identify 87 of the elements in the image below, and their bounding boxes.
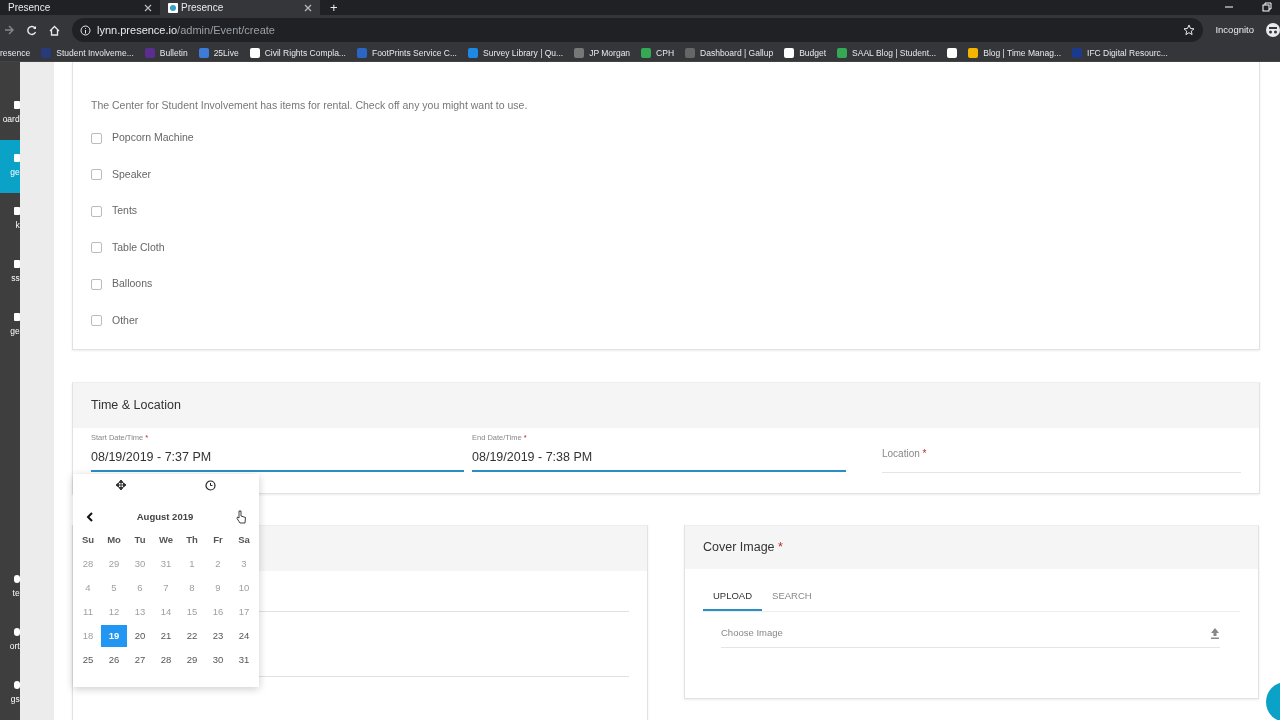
checkbox[interactable] [91, 315, 102, 326]
home-icon[interactable] [49, 24, 60, 36]
calendar-day[interactable]: 21 [153, 625, 179, 647]
calendar-day[interactable]: 25 [75, 649, 101, 671]
calendar-day[interactable]: 29 [179, 649, 205, 671]
bookmark-link[interactable]: JP Morgan [589, 46, 631, 60]
checkbox-label: Other [112, 312, 139, 328]
bookmark-link[interactable]: Blog | Time Manag... [983, 46, 1062, 60]
sidebar-item[interactable]: te [0, 561, 20, 614]
upload-icon[interactable] [1210, 627, 1220, 639]
bookmark-link[interactable]: resence [0, 46, 31, 60]
weekday-label: We [157, 532, 175, 547]
checkbox-label: Table Cloth [112, 239, 165, 255]
url-text: lynn.presence.io/admin/Event/create [97, 22, 275, 38]
checkbox[interactable] [91, 278, 102, 290]
bookmark-link[interactable]: SAAL Blog | Student... [852, 46, 937, 60]
calendar-day[interactable]: 30 [205, 649, 231, 671]
bookmark-link[interactable]: IFC Digital Resourc... [1087, 46, 1168, 60]
checkbox[interactable] [91, 169, 102, 180]
reload-icon[interactable] [26, 24, 37, 36]
favicon-icon [168, 2, 178, 13]
weekday-label: Th [185, 532, 199, 547]
bookmark-icon[interactable] [968, 48, 979, 58]
location-field[interactable]: Location * [882, 432, 1241, 473]
calendar-day[interactable]: 28 [153, 649, 179, 671]
calendar-day[interactable]: 20 [127, 625, 153, 647]
calendar-day[interactable]: 24 [231, 625, 257, 647]
weekday-label: Sa [237, 532, 251, 547]
bookmark-link[interactable]: CPH [656, 46, 675, 60]
checkbox-label: Tents [112, 203, 138, 219]
bookmark-link[interactable]: 25Live [213, 46, 239, 60]
move-icon[interactable] [116, 480, 127, 490]
profile-label[interactable]: Incognito [1215, 22, 1254, 38]
checkbox-label: Popcorn Machine [112, 130, 194, 146]
checkbox[interactable] [91, 242, 102, 253]
browser-tab[interactable]: Presence [160, 0, 320, 15]
new-tab-button[interactable]: + [320, 0, 348, 15]
calendar-day[interactable]: 22 [179, 625, 205, 647]
bookmark-icon[interactable] [784, 48, 795, 58]
weekday-label: Tu [133, 532, 147, 547]
calendar-day[interactable]: 23 [205, 625, 231, 647]
required-mark: * [778, 539, 783, 557]
checkbox[interactable] [91, 132, 102, 144]
calendar-day[interactable]: 26 [101, 649, 127, 671]
bookmark-link[interactable]: FootPrints Service C... [371, 46, 457, 60]
bookmark-icon[interactable] [249, 48, 260, 58]
previous-icon[interactable] [86, 512, 94, 522]
section-title: Time & Location [73, 383, 1259, 428]
tab[interactable]: UPLOAD [703, 583, 763, 612]
bookmark-icon[interactable] [947, 48, 958, 58]
weekday-label: Su [80, 532, 96, 547]
checkbox[interactable] [91, 205, 102, 217]
bookmark-link[interactable]: Survey Library | Qu... [483, 46, 564, 60]
info-icon [80, 24, 91, 36]
sidebar-item[interactable]: ort [0, 614, 20, 667]
date-input[interactable]: 08/19/2019 - 7:37 PM [91, 443, 464, 472]
bookmark-link[interactable]: Student Involveme... [56, 46, 134, 60]
bookmark-link[interactable]: Budget [799, 46, 827, 60]
pointer-icon [236, 510, 246, 524]
forward-icon[interactable] [4, 25, 14, 35]
close-icon[interactable] [304, 3, 312, 12]
checkbox-label: Balloons [112, 276, 153, 292]
star-icon[interactable] [1183, 24, 1196, 36]
sidebar-item[interactable]: gs [0, 667, 20, 720]
date-input[interactable]: 08/19/2019 - 7:38 PM [472, 443, 846, 472]
address-bar[interactable]: lynn.presence.io/admin/Event/create [72, 18, 1204, 42]
calendar-day[interactable]: 27 [127, 649, 153, 671]
tab[interactable]: SEARCH [762, 583, 822, 612]
restore-icon[interactable] [1262, 2, 1272, 12]
calendar-day[interactable]: 31 [231, 649, 257, 671]
weekday-label: Fr [212, 532, 224, 547]
clock-icon[interactable] [204, 480, 216, 491]
checkbox-label: Speaker [112, 166, 152, 182]
intro-text: The Center for Student Involvement has items for rental. Check off any you might want to use. [91, 98, 529, 113]
weekday-label: Mo [106, 532, 122, 547]
bookmark-link[interactable]: Bulletin [159, 46, 188, 60]
month-title[interactable]: August 2019 [136, 509, 194, 525]
close-icon[interactable] [144, 3, 152, 12]
bookmark-link[interactable]: Civil Rights Compla... [264, 46, 346, 60]
browser-tab[interactable]: Presence [0, 0, 160, 15]
file-field[interactable]: Choose Image [721, 626, 1220, 648]
sidebar-item[interactable]: k [0, 193, 20, 246]
bookmark-link[interactable]: Dashboard | Gallup [700, 46, 774, 60]
section-title: Cover Image [703, 539, 775, 557]
sidebar-item[interactable]: ge [0, 299, 20, 352]
sidebar-item[interactable]: ss [0, 246, 20, 299]
sidebar-item[interactable]: oard [0, 87, 20, 140]
